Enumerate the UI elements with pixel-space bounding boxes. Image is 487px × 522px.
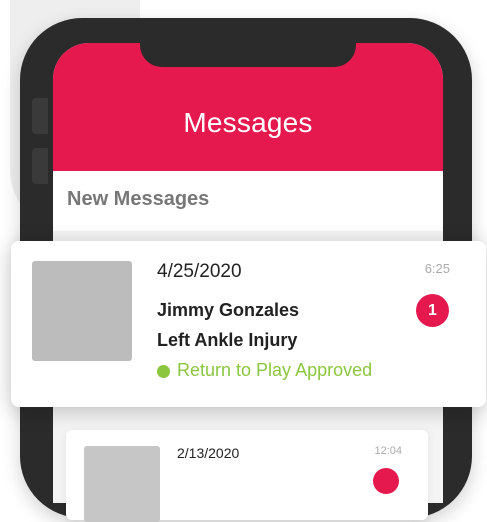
- phone-side-button: [32, 98, 48, 134]
- section-header: New Messages: [53, 171, 443, 231]
- message-date: 2/13/2020: [177, 445, 240, 461]
- page-title: Messages: [183, 107, 313, 138]
- app-header: Messages: [53, 43, 443, 171]
- phone-side-button: [32, 148, 48, 184]
- status-dot-icon: [157, 365, 170, 378]
- sender-name: Jimmy Gonzales: [157, 300, 300, 320]
- message-date: 4/25/2020: [157, 261, 242, 282]
- message-thumbnail: [32, 261, 132, 361]
- section-title: New Messages: [67, 188, 210, 210]
- unread-badge: [373, 468, 399, 494]
- message-time: 6:25: [424, 261, 450, 276]
- phone-notch: [140, 43, 356, 67]
- message-time: 12:04: [374, 445, 402, 457]
- message-card-featured[interactable]: 4/25/2020 6:25 Jimmy Gonzales Left Ankle…: [11, 241, 486, 407]
- message-card[interactable]: 2/13/2020 12:04: [66, 430, 428, 522]
- status-text: Return to Play Approved: [177, 360, 373, 380]
- message-thumbnail: [84, 446, 160, 522]
- unread-badge: 1: [416, 294, 449, 327]
- message-subject: Left Ankle Injury: [157, 330, 298, 350]
